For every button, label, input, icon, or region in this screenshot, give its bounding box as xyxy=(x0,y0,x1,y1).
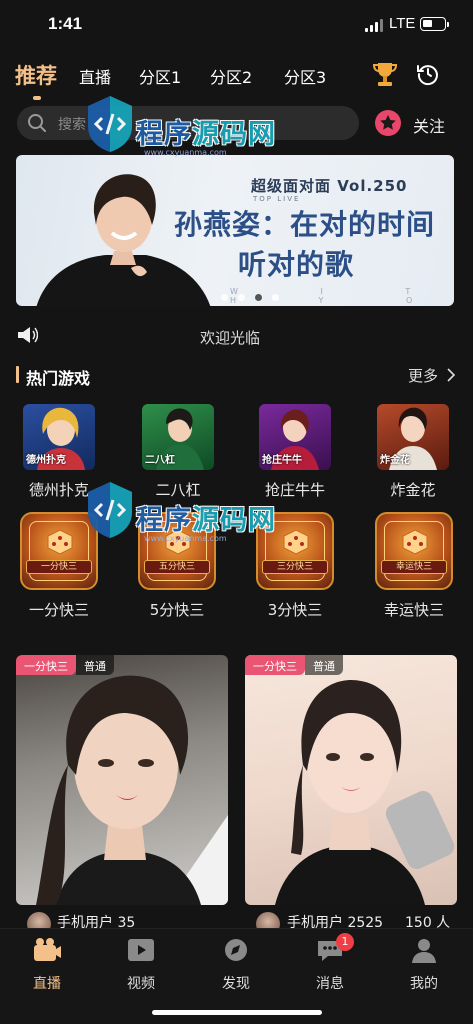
game-label: 5分快三 xyxy=(149,601,205,619)
live-icon xyxy=(34,938,61,961)
section-title: 热门游戏 xyxy=(26,369,91,388)
follow-button[interactable]: 关注 xyxy=(375,107,465,139)
video-icon xyxy=(128,939,154,961)
game-label: 3分快三 xyxy=(267,601,323,619)
watermark: 程序源码网 www.cxyuanma.com xyxy=(84,478,284,548)
banner-carousel[interactable]: 超级面对面 Vol.250 TOP LIVE 孙燕姿：在对的时间 听对的歌 W … xyxy=(16,155,454,306)
game-thumb: 幸运快三 xyxy=(375,512,453,590)
carousel-dot-active[interactable] xyxy=(255,294,262,301)
card-badges: 一分快三 普通 xyxy=(16,655,114,675)
live-card[interactable]: 一分快三 普通 xyxy=(245,655,457,905)
game-thumb: 炸金花 xyxy=(377,404,449,470)
watermark-logo-icon xyxy=(88,96,132,152)
clock: 1:41 xyxy=(48,14,83,33)
section-accent xyxy=(16,366,19,383)
banner-show-name: 超级面对面 Vol.250 xyxy=(251,177,408,195)
game-thumb: 抢庄牛牛 xyxy=(259,404,331,470)
tab-profile[interactable]: 我的 xyxy=(394,937,454,993)
unread-badge: 1 xyxy=(336,933,354,951)
tab-zone-3[interactable]: 分区3 xyxy=(284,64,326,88)
game-tag: 一分快三 xyxy=(16,655,76,675)
megaphone-icon xyxy=(18,327,38,343)
chevron-right-icon[interactable] xyxy=(446,368,456,382)
watermark-logo-icon xyxy=(88,482,132,538)
star-icon xyxy=(375,110,401,136)
discover-icon xyxy=(225,939,247,961)
tab-video[interactable]: 视频 xyxy=(111,937,171,993)
notice-text: 欢迎光临 xyxy=(200,329,261,347)
live-card-cover xyxy=(36,675,228,905)
level-tag: 普通 xyxy=(305,655,343,675)
carousel-dot[interactable] xyxy=(272,294,279,301)
tab-zone-2[interactable]: 分区2 xyxy=(210,64,252,88)
signal-icon xyxy=(365,19,385,32)
game-thumb: 二八杠 xyxy=(142,404,214,470)
follow-label: 关注 xyxy=(413,117,446,136)
game-label: 幸运快三 xyxy=(383,601,444,619)
search-icon xyxy=(28,114,46,132)
tab-indicator xyxy=(33,96,41,100)
banner-title-line1: 孙燕姿：在对的时间 xyxy=(174,208,436,241)
game-tag: 一分快三 xyxy=(245,655,305,675)
game-label: 炸金花 xyxy=(390,481,436,499)
banner-title-line2: 听对的歌 xyxy=(238,248,355,281)
game-label: 一分快三 xyxy=(28,601,89,619)
search-placeholder: 搜索 xyxy=(58,117,86,133)
more-link[interactable]: 更多 xyxy=(408,365,438,386)
battery-icon xyxy=(420,17,449,31)
banner-show-sub: TOP LIVE xyxy=(253,195,301,203)
tab-discover[interactable]: 发现 xyxy=(206,937,266,993)
game-zhajinhua[interactable]: 炸金花 炸金花 xyxy=(363,404,463,500)
game-lucky-kuaisan[interactable]: 幸运快三 幸运快三 xyxy=(364,512,464,620)
home-indicator xyxy=(152,1010,322,1015)
tab-zone-1[interactable]: 分区1 xyxy=(139,64,181,88)
profile-icon xyxy=(412,939,436,963)
game-thumb: 德州扑克 xyxy=(23,404,95,470)
watermark: 程序源码网 www.cxyuanma.com xyxy=(84,92,284,162)
carousel-dots xyxy=(221,286,289,305)
status-bar: 1:41 LTE xyxy=(0,0,473,50)
tab-recommend[interactable]: 推荐 xyxy=(15,60,57,90)
level-tag: 普通 xyxy=(76,655,114,675)
network-label: LTE xyxy=(389,15,416,32)
card-badges: 一分快三 普通 xyxy=(245,655,343,675)
trophy-icon[interactable] xyxy=(372,61,398,89)
tab-live[interactable]: 直播 xyxy=(17,937,77,993)
live-card-cover xyxy=(275,679,455,905)
tab-live[interactable]: 直播 xyxy=(79,64,111,88)
carousel-dot[interactable] xyxy=(221,294,228,301)
live-card[interactable]: 一分快三 普通 xyxy=(16,655,228,905)
tab-messages[interactable]: 1 消息 xyxy=(300,933,360,993)
carousel-dot[interactable] xyxy=(238,294,245,301)
history-icon[interactable] xyxy=(416,62,440,86)
